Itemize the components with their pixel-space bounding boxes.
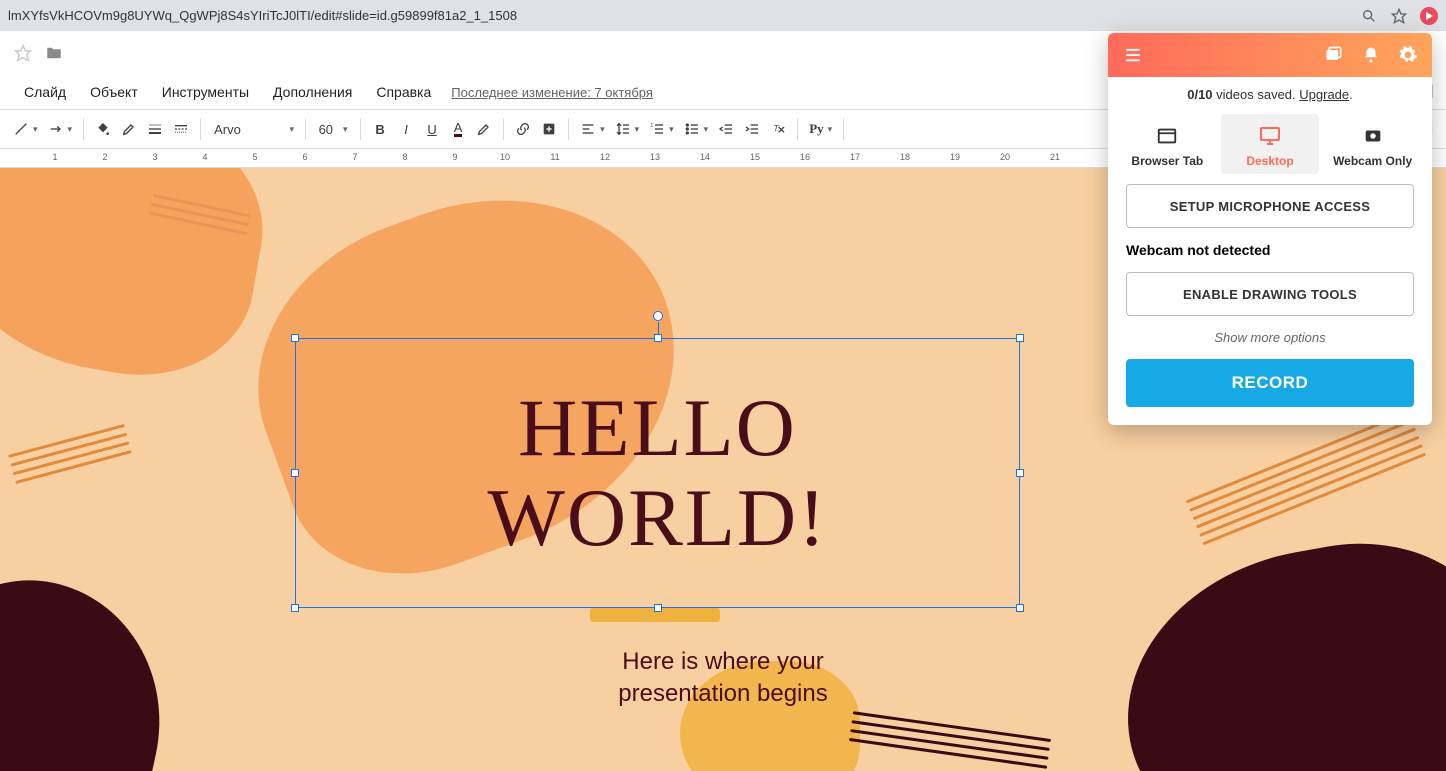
fill-color[interactable] xyxy=(91,115,115,143)
bell-icon[interactable] xyxy=(1362,45,1380,65)
resize-handle[interactable] xyxy=(1016,604,1024,612)
border-dash[interactable] xyxy=(169,115,193,143)
italic-button[interactable]: I xyxy=(394,115,418,143)
record-mode-tabs: Browser Tab Desktop Webcam Only xyxy=(1108,110,1432,180)
underline-button[interactable]: U xyxy=(420,115,444,143)
subtitle-textbox[interactable]: Here is where your presentation begins xyxy=(0,646,1446,711)
cyrillic-format[interactable]: Ру▾ xyxy=(805,115,836,143)
subtitle-line-1: Here is where your xyxy=(0,646,1446,678)
gear-icon[interactable] xyxy=(1398,45,1418,65)
text-color-button[interactable]: A xyxy=(446,115,470,143)
insert-link[interactable] xyxy=(511,115,535,143)
resize-handle[interactable] xyxy=(654,334,662,342)
resize-handle[interactable] xyxy=(1016,469,1024,477)
menu-icon[interactable] xyxy=(1122,46,1144,64)
indent-decrease[interactable] xyxy=(714,115,738,143)
last-edit-link[interactable]: Последнее изменение: 7 октября xyxy=(451,85,653,100)
svg-text:T: T xyxy=(774,123,780,133)
mode-webcam[interactable]: Webcam Only xyxy=(1324,114,1422,174)
subtitle-line-2: presentation begins xyxy=(0,678,1446,710)
menu-object[interactable]: Объект xyxy=(78,80,150,104)
url-text[interactable]: lmXYfsVkHCOVm9g8UYWq_QgWPj8S4sYIriTcJ0lT… xyxy=(8,8,1360,23)
menu-help[interactable]: Справка xyxy=(364,80,443,104)
recorder-panel: 0/10 videos saved. Upgrade. Browser Tab … xyxy=(1108,33,1432,425)
zoom-icon[interactable] xyxy=(1360,7,1378,25)
decorative-blob xyxy=(0,168,280,394)
menu-slide[interactable]: Слайд xyxy=(12,80,78,104)
enable-drawing-button[interactable]: ENABLE DRAWING TOOLS xyxy=(1126,272,1414,316)
decorative-scribble xyxy=(848,705,1052,771)
rotate-handle[interactable] xyxy=(653,311,663,321)
resize-handle[interactable] xyxy=(1016,334,1024,342)
menu-addons[interactable]: Дополнения xyxy=(261,80,364,104)
upgrade-link[interactable]: Upgrade xyxy=(1299,87,1349,102)
resize-handle[interactable] xyxy=(291,469,299,477)
insert-comment[interactable] xyxy=(537,115,561,143)
numbered-list[interactable]: 1▾ xyxy=(645,115,678,143)
folder-icon[interactable] xyxy=(44,44,64,62)
arrow-tool[interactable]: ▾ xyxy=(44,115,77,143)
mode-desktop[interactable]: Desktop xyxy=(1221,114,1319,174)
resize-handle[interactable] xyxy=(654,604,662,612)
menu-tools[interactable]: Инструменты xyxy=(150,80,261,104)
setup-mic-button[interactable]: SETUP MICROPHONE ACCESS xyxy=(1126,184,1414,228)
videos-icon[interactable] xyxy=(1324,45,1344,65)
title-line-1[interactable]: HELLO xyxy=(518,383,797,473)
title-textbox[interactable]: HELLO WORLD! xyxy=(295,338,1020,608)
clear-format[interactable]: T xyxy=(766,115,790,143)
resize-handle[interactable] xyxy=(291,334,299,342)
line-tool[interactable]: ▾ xyxy=(9,115,42,143)
title-line-2[interactable]: WORLD! xyxy=(488,473,828,563)
decorative-scribble xyxy=(7,418,134,490)
bulleted-list[interactable]: ▾ xyxy=(680,115,713,143)
star-icon[interactable] xyxy=(14,44,32,62)
videos-saved-status: 0/10 videos saved. Upgrade. xyxy=(1108,77,1432,110)
webcam-icon xyxy=(1324,122,1422,150)
record-button[interactable]: RECORD xyxy=(1126,359,1414,407)
border-weight[interactable] xyxy=(143,115,167,143)
panel-header xyxy=(1108,33,1432,77)
font-size-select[interactable]: 60▾ xyxy=(313,115,353,143)
font-family-select[interactable]: Arvo▾ xyxy=(208,115,298,143)
mode-browser-tab[interactable]: Browser Tab xyxy=(1118,114,1216,174)
line-spacing[interactable]: ▾ xyxy=(611,115,644,143)
svg-text:1: 1 xyxy=(650,123,653,129)
browser-tab-icon xyxy=(1118,122,1216,150)
webcam-notice: Webcam not detected xyxy=(1126,242,1270,258)
bookmark-star-icon[interactable] xyxy=(1390,7,1408,25)
decorative-scribble xyxy=(1183,405,1428,551)
show-more-link[interactable]: Show more options xyxy=(1214,330,1325,345)
resize-handle[interactable] xyxy=(291,604,299,612)
highlight-button[interactable] xyxy=(472,115,496,143)
align-button[interactable]: ▾ xyxy=(576,115,609,143)
bold-button[interactable]: B xyxy=(368,115,392,143)
border-color[interactable] xyxy=(117,115,141,143)
extension-icon[interactable] xyxy=(1420,7,1438,25)
desktop-icon xyxy=(1221,122,1319,150)
browser-address-bar: lmXYfsVkHCOVm9g8UYWq_QgWPj8S4sYIriTcJ0lT… xyxy=(0,0,1446,31)
indent-increase[interactable] xyxy=(740,115,764,143)
